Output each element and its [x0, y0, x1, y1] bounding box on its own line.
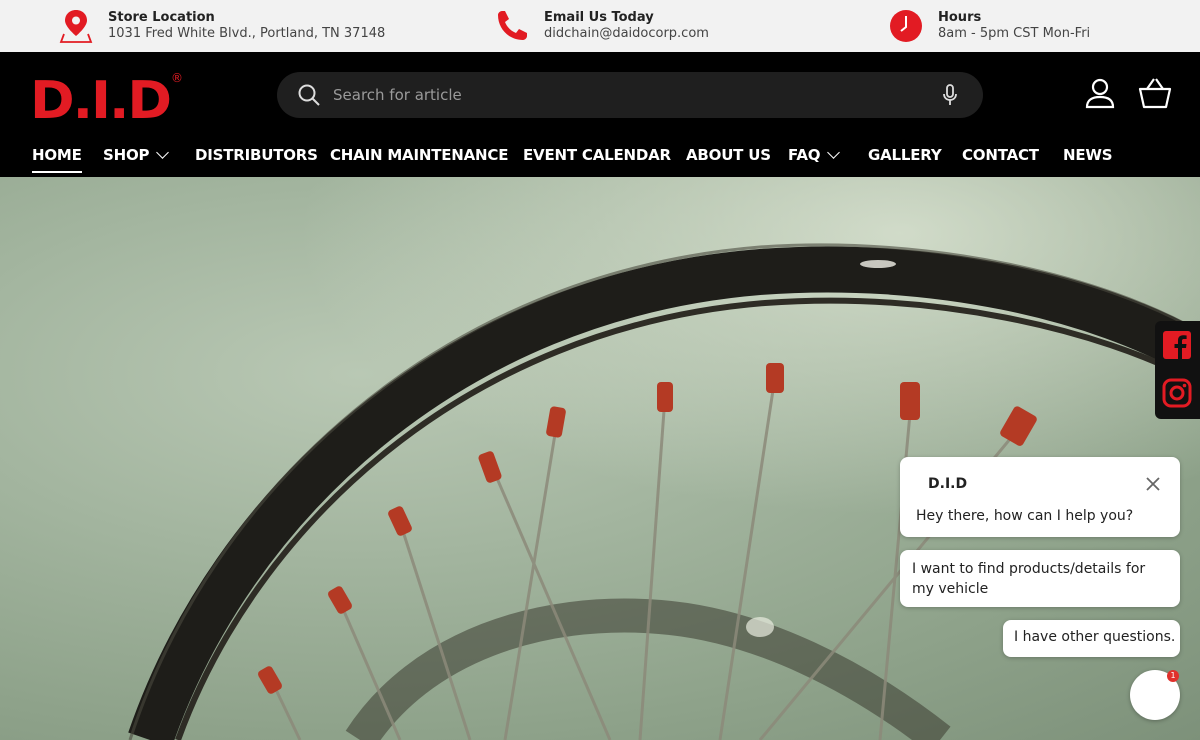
nav-home[interactable]: HOME	[32, 146, 82, 176]
account-icon[interactable]	[1083, 76, 1117, 110]
nav-distributors[interactable]: DISTRIBUTORS	[195, 146, 318, 176]
nav-about-us[interactable]: ABOUT US	[686, 146, 771, 176]
chat-greeting: Hey there, how can I help you?	[916, 508, 1134, 524]
chat-message: D.I.D Hey there, how can I help you?	[900, 457, 1180, 537]
nav-news[interactable]: NEWS	[1063, 146, 1113, 176]
social-sidebar	[1155, 321, 1200, 419]
registered-mark: ®	[171, 71, 183, 85]
nav-shop[interactable]: SHOP	[103, 146, 170, 176]
search-icon[interactable]	[297, 83, 321, 107]
email-title: Email Us Today	[544, 10, 654, 25]
top-info-bar: Store Location 1031 Fred White Blvd., Po…	[0, 0, 1200, 52]
map-pin-icon	[59, 10, 93, 43]
store-location-title: Store Location	[108, 10, 215, 25]
email-address[interactable]: didchain@daidocorp.com	[544, 26, 709, 41]
close-icon[interactable]	[1144, 475, 1162, 493]
instagram-icon[interactable]	[1162, 378, 1192, 408]
hours-info: Hours 8am - 5pm CST Mon-Fri	[888, 8, 1148, 44]
site-header: D.I.D ® HOME SHOP DISTRIBUTORS CHAIN MAI…	[0, 52, 1200, 177]
chat-option-other-questions[interactable]: I have other questions.	[1003, 620, 1180, 657]
nav-faq[interactable]: FAQ	[788, 146, 841, 176]
nav-gallery[interactable]: GALLERY	[868, 146, 942, 176]
hours-text: 8am - 5pm CST Mon-Fri	[938, 26, 1091, 41]
chat-notification-badge: 1	[1167, 670, 1179, 682]
chevron-down-icon	[827, 146, 841, 159]
nav-event-calendar[interactable]: EVENT CALENDAR	[523, 146, 671, 176]
nav-chain-maintenance[interactable]: CHAIN MAINTENANCE	[330, 146, 508, 176]
chat-brand-name: D.I.D	[928, 476, 968, 492]
email-info[interactable]: Email Us Today didchain@daidocorp.com	[494, 8, 754, 44]
chevron-down-icon	[156, 146, 170, 159]
did-logo[interactable]: D.I.D ®	[30, 68, 185, 124]
search-bar[interactable]	[277, 72, 983, 118]
chat-option-find-products[interactable]: I want to find products/details for my v…	[900, 550, 1180, 607]
cart-icon[interactable]	[1138, 76, 1172, 110]
store-location-address: 1031 Fred White Blvd., Portland, TN 3714…	[108, 26, 386, 41]
store-location-info[interactable]: Store Location 1031 Fred White Blvd., Po…	[58, 8, 418, 44]
phone-icon	[498, 11, 527, 40]
search-input[interactable]	[331, 80, 911, 110]
facebook-icon[interactable]	[1162, 330, 1192, 360]
clock-icon	[890, 10, 922, 42]
hours-title: Hours	[938, 10, 982, 25]
logo-text: D.I.D	[30, 71, 170, 124]
microphone-icon[interactable]	[939, 83, 961, 107]
nav-contact[interactable]: CONTACT	[962, 146, 1039, 176]
